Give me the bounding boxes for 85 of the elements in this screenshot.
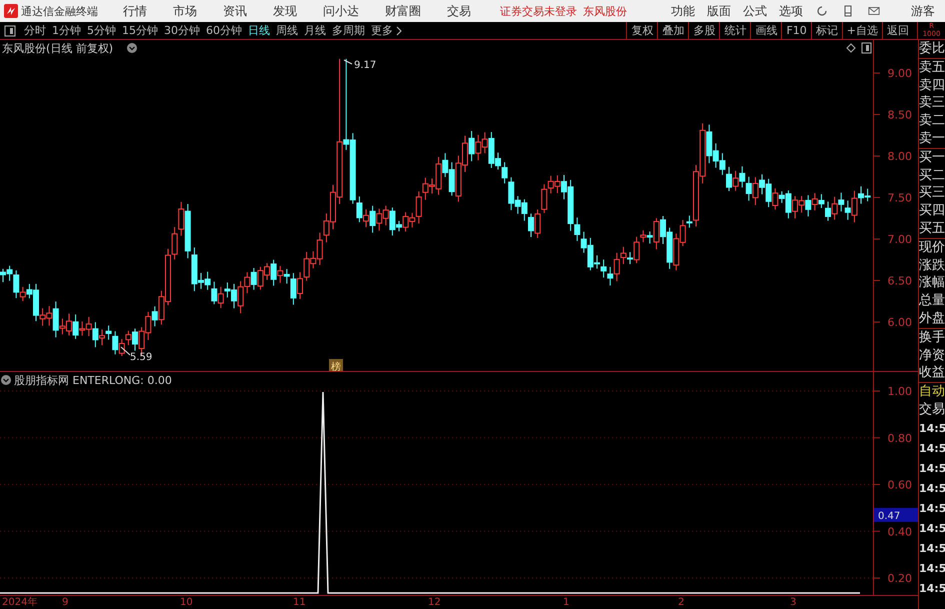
quote-field-label: 总量 <box>919 292 945 310</box>
menu-item[interactable]: 市场 <box>160 2 210 20</box>
quote-field-label: 买四 <box>919 202 945 220</box>
time-axis-label: 9 <box>62 596 68 609</box>
user-label[interactable]: 游客 <box>911 2 935 20</box>
indicator-axis-label: 0.20 <box>888 572 912 585</box>
quote-field-label: 卖五 <box>919 58 945 77</box>
time-axis-label: 2024年 <box>2 596 38 609</box>
quote-field-label: 委比 <box>919 40 945 58</box>
app-logo-icon <box>4 4 18 18</box>
quote-field-label: 净资 <box>919 346 945 364</box>
quote-field-label: 卖二 <box>919 112 945 130</box>
dropdown-icon[interactable] <box>127 43 137 53</box>
tool-menu-item[interactable]: 公式 <box>737 2 773 20</box>
indicator-title: 股朋指标网 ENTERLONG: 0.00 <box>14 374 172 387</box>
period-tab[interactable]: 周线 <box>273 22 301 39</box>
quote-field-label: 涨幅 <box>919 274 945 292</box>
period-tab[interactable]: 1分钟 <box>49 22 84 39</box>
period-tab[interactable]: 15分钟 <box>119 22 161 39</box>
auto-trade-label[interactable]: 自动 <box>919 383 945 401</box>
tool-menu-item[interactable]: 选项 <box>773 2 809 20</box>
dropdown-icon[interactable] <box>1 375 11 385</box>
time-axis-label: 1 <box>563 596 570 609</box>
leader-line <box>344 60 352 64</box>
period-tab[interactable]: 月线 <box>301 22 329 39</box>
quote-field-label: 买三 <box>919 184 945 202</box>
menu-item[interactable]: 问小达 <box>310 2 372 20</box>
indicator-axis-label: 0.80 <box>888 432 912 445</box>
quote-field-label: 买一 <box>919 148 945 167</box>
menu-item[interactable]: 财富圈 <box>372 2 434 20</box>
quote-field-label: 卖三 <box>919 94 945 112</box>
period-tab[interactable]: 分时 <box>21 22 49 39</box>
chevron-right-icon[interactable] <box>396 26 402 36</box>
menu-item[interactable]: 行情 <box>110 2 160 20</box>
price-axis-label: 7.50 <box>888 192 912 204</box>
period-tab[interactable]: 60分钟 <box>203 22 245 39</box>
quote-field-label: 卖一 <box>919 130 945 148</box>
indicator-axis-label: 1.00 <box>888 385 912 398</box>
low-price-label: 5.59 <box>130 352 152 363</box>
price-axis-label: 9.00 <box>888 67 912 80</box>
menu-item[interactable]: 发现 <box>260 2 310 20</box>
price-axis-label: 8.50 <box>888 108 912 122</box>
period-tab[interactable]: 日线 <box>245 22 273 39</box>
chart-title: 东风股份(日线 前复权) <box>2 42 114 55</box>
stock-name: 东风股份 <box>583 4 627 18</box>
period-tab[interactable]: 更多 <box>368 22 396 39</box>
panel-toggle-icon[interactable] <box>4 24 16 36</box>
period-tab[interactable]: 30分钟 <box>161 22 203 39</box>
price-axis-label: 8.00 <box>888 150 912 163</box>
period-tab[interactable]: 5分钟 <box>84 22 119 39</box>
quote-field-label: 换手 <box>919 328 945 347</box>
diamond-icon[interactable] <box>846 43 856 53</box>
time-axis-label: 3 <box>790 596 796 609</box>
tool-menu-item[interactable]: 版面 <box>701 2 737 20</box>
quote-field-label: 涨跌 <box>919 256 945 274</box>
high-price-label: 9.17 <box>354 60 376 71</box>
quote-field-label: 现价 <box>919 238 945 257</box>
indicator-axis-label: 0.40 <box>888 525 912 538</box>
tool-menu-item[interactable]: 功能 <box>665 2 701 20</box>
leader-line <box>120 346 130 356</box>
quote-field-label: 卖四 <box>919 76 945 94</box>
menu-item[interactable]: 资讯 <box>210 2 260 20</box>
time-axis-label: 2 <box>678 596 684 609</box>
period-tab[interactable]: 多周期 <box>329 22 368 39</box>
refresh-icon[interactable] <box>816 5 828 17</box>
trade-label: 交易 <box>919 400 945 419</box>
price-axis-label: 7.00 <box>888 233 912 246</box>
indicator-axis-label: 0.60 <box>888 478 912 492</box>
quote-field-label: 买五 <box>919 220 945 238</box>
mail-icon[interactable] <box>868 5 880 17</box>
price-axis-label: 6.50 <box>888 274 912 288</box>
time-axis-label: 10 <box>180 596 193 609</box>
login-notice[interactable]: 证券交易未登录 <box>500 4 577 18</box>
app-name: 通达信金融终端 <box>21 4 98 18</box>
quote-field-label: 收益 <box>919 364 945 382</box>
phone-icon[interactable] <box>842 5 854 17</box>
price-axis-label: 6.00 <box>888 316 912 329</box>
panel-icon[interactable] <box>862 42 872 54</box>
time-axis-label: 11 <box>293 596 306 609</box>
quote-field-label: 买二 <box>919 166 945 184</box>
time-axis-label: 12 <box>428 596 441 609</box>
cursor-value-label: 0.47 <box>874 508 918 522</box>
quote-field-label: 外盘 <box>919 310 945 328</box>
menu-item[interactable]: 交易 <box>434 2 484 20</box>
rank-badge[interactable]: 榜 <box>329 359 343 371</box>
